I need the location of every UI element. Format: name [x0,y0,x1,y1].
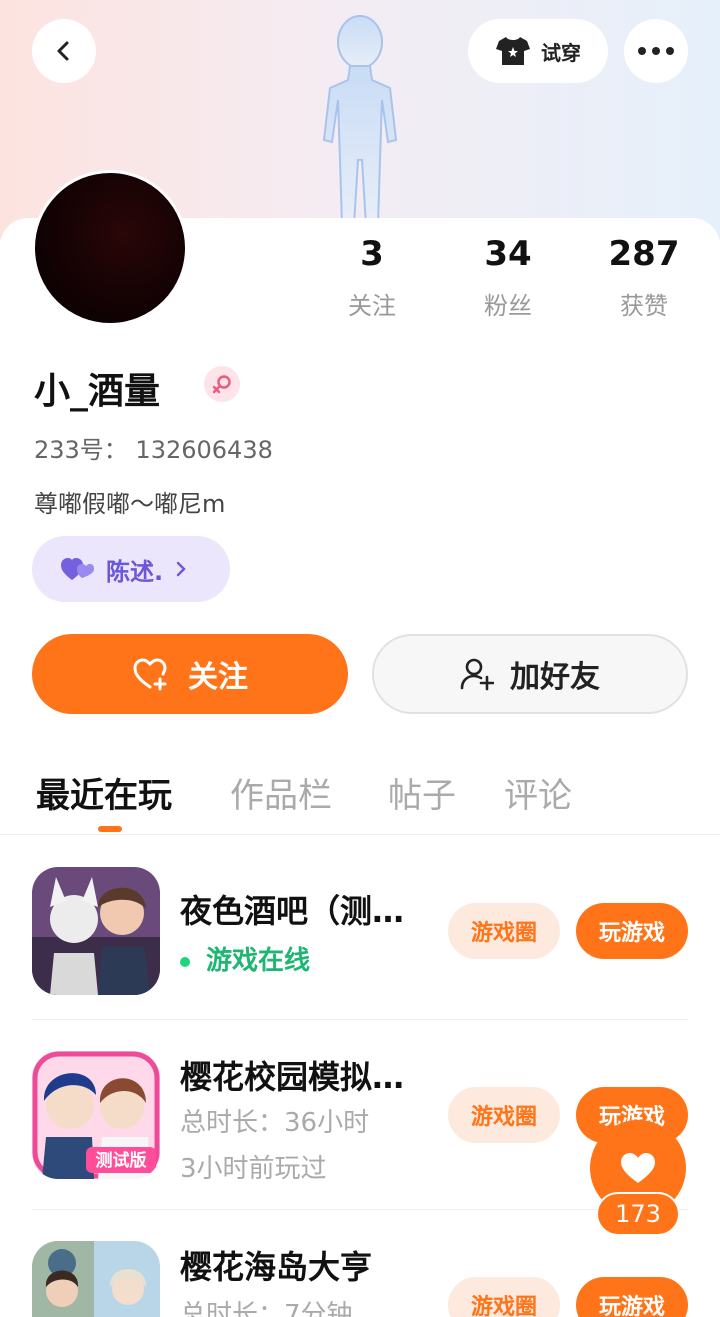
avatar[interactable] [32,170,188,326]
game-title: 樱花海岛大亨 [180,1248,373,1286]
try-on-label: 试穿 [541,40,581,65]
game-icon-nightclub [32,867,160,995]
game-circle-button[interactable]: 游戏圈 [448,1277,560,1317]
tshirt-icon [496,37,530,65]
game-circle-button[interactable]: 游戏圈 [448,1087,560,1143]
game-circle-button[interactable]: 游戏圈 [448,903,560,959]
cp-relation-pill[interactable]: 陈述. [32,536,230,602]
username: 小_酒量 [34,371,161,412]
back-arrow-icon [57,41,69,61]
game-title: 夜色酒吧（测… [180,892,405,930]
stat-fans-count: 34 [484,234,532,274]
list-divider [32,1209,688,1210]
stat-likes[interactable]: 287 获赞 [584,232,704,321]
stat-likes-count: 287 [608,234,680,274]
stat-likes-label: 获赞 [620,292,668,320]
tabs-divider [0,834,720,835]
stat-fans-label: 粉丝 [484,292,532,320]
game-icon-sakura-school: 测试版 [32,1051,160,1179]
chevron-right-icon [176,561,186,577]
tab-works[interactable]: 作品栏 [230,768,332,817]
follow-label: 关注 [188,660,248,695]
like-count-badge: 173 [596,1192,680,1236]
follow-button[interactable]: 关注 [32,634,348,714]
tab-comments[interactable]: 评论 [504,768,572,817]
play-game-button[interactable]: 玩游戏 [576,903,688,959]
double-heart-icon [61,558,94,580]
game-title: 樱花校园模拟… [180,1058,405,1096]
stat-following-label: 关注 [348,292,396,320]
add-friend-button[interactable]: 加好友 [372,634,688,714]
active-tab-indicator [98,826,122,832]
online-dot-icon [180,956,190,967]
play-game-button[interactable]: 玩游戏 [576,1277,688,1317]
tab-posts[interactable]: 帖子 [388,768,456,817]
back-button[interactable] [32,19,96,83]
user-bio: 尊嘟假嘟～嘟尼m [34,490,226,518]
list-item[interactable]: 樱花海岛大亨 总时长：7分钟 游戏圈 玩游戏 [32,1240,688,1317]
stat-fans[interactable]: 34 粉丝 [448,232,568,321]
list-divider [32,1019,688,1020]
avatar-hologram-figure [322,15,398,225]
female-gender-icon [204,366,240,402]
game-badge-text: 测试版 [96,1150,147,1171]
user-id: 233号： 132606438 [34,436,273,464]
stat-following-count: 3 [360,234,384,274]
try-on-button[interactable]: 试穿 [468,19,608,83]
heart-plus-icon [133,658,167,691]
game-playtime: 总时长：7分钟 [180,1300,353,1317]
profile-tabs: 最近在玩 作品栏 帖子 评论 [0,760,720,834]
game-status: 游戏在线 [180,940,310,977]
stat-following[interactable]: 3 关注 [312,232,432,321]
heart-icon [621,1153,655,1183]
list-item[interactable]: 夜色酒吧（测… 游戏在线 游戏圈 玩游戏 [32,866,688,996]
game-last-played: 3小时前玩过 [180,1154,327,1184]
cp-name: 陈述. [106,557,164,586]
add-friend-label: 加好友 [510,660,600,695]
game-icon-sakura-island [32,1241,160,1317]
more-options-button[interactable] [624,19,688,83]
more-dots-icon [638,47,674,55]
tab-recently-played[interactable]: 最近在玩 [36,768,172,817]
game-playtime: 总时长：36小时 [180,1108,370,1138]
add-user-icon [460,658,494,691]
online-status-text: 游戏在线 [206,946,311,976]
